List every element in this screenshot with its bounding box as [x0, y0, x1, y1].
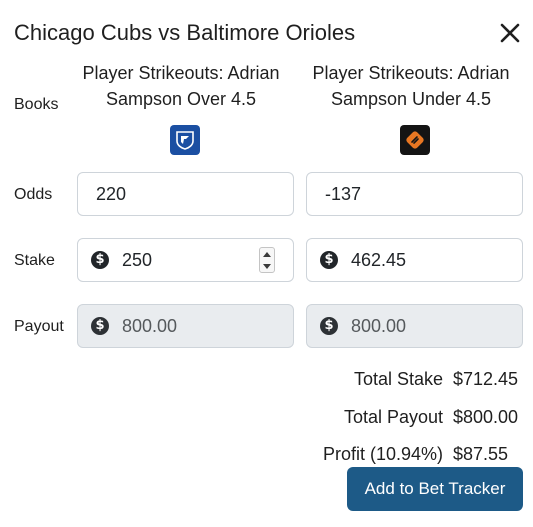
total-payout-value: $800.00 [453, 407, 519, 427]
fanduel-logo-icon [170, 125, 200, 155]
odds-value: -137 [325, 184, 362, 204]
dollar-icon: $ [320, 317, 338, 335]
bet-modal: Chicago Cubs vs Baltimore Orioles Books … [0, 0, 533, 527]
profit-label: Profit (10.94%) [322, 444, 443, 464]
total-stake-label: Total Stake [353, 369, 443, 389]
stake-value: 250 [122, 250, 153, 270]
odds-value: 220 [96, 184, 127, 204]
bet-title-under: Player Strikeouts: Adrian Sampson Under … [312, 63, 510, 109]
odds-input-over[interactable]: 220 [77, 172, 294, 216]
dollar-icon: $ [320, 251, 338, 269]
total-stake-value: $712.45 [453, 369, 519, 389]
chevron-up-icon[interactable] [263, 251, 271, 257]
books-label: Books [14, 96, 59, 113]
payout-label: Payout [14, 318, 64, 335]
payout-value: 800.00 [122, 316, 178, 336]
odds-label: Odds [14, 186, 53, 203]
payout-value: 800.00 [351, 316, 407, 336]
stake-input-under[interactable]: $ 462.45 [306, 238, 523, 282]
close-icon[interactable] [497, 20, 523, 46]
stake-value: 462.45 [351, 250, 407, 270]
profit-value: $87.55 [453, 444, 509, 464]
fanatics-logo-icon [400, 125, 430, 155]
modal-title: Chicago Cubs vs Baltimore Orioles [14, 20, 356, 45]
payout-field-over: $ 800.00 [77, 304, 294, 348]
total-payout-row: Total Payout $800.00 [344, 405, 523, 429]
bet-title-over: Player Strikeouts: Adrian Sampson Over 4… [82, 63, 280, 109]
total-stake-row: Total Stake $712.45 [354, 367, 523, 391]
stake-input-over[interactable]: $ 250 [77, 238, 294, 282]
chevron-down-icon[interactable] [263, 263, 271, 269]
profit-row: Profit (10.94%) $87.55 [323, 442, 523, 466]
total-payout-label: Total Payout [343, 407, 443, 427]
odds-input-under[interactable]: -137 [306, 172, 523, 216]
add-to-bet-tracker-button[interactable]: Add to Bet Tracker [347, 467, 523, 511]
dollar-icon: $ [91, 251, 109, 269]
number-stepper[interactable] [259, 247, 275, 273]
stake-label: Stake [14, 252, 55, 269]
payout-field-under: $ 800.00 [306, 304, 523, 348]
dollar-icon: $ [91, 317, 109, 335]
